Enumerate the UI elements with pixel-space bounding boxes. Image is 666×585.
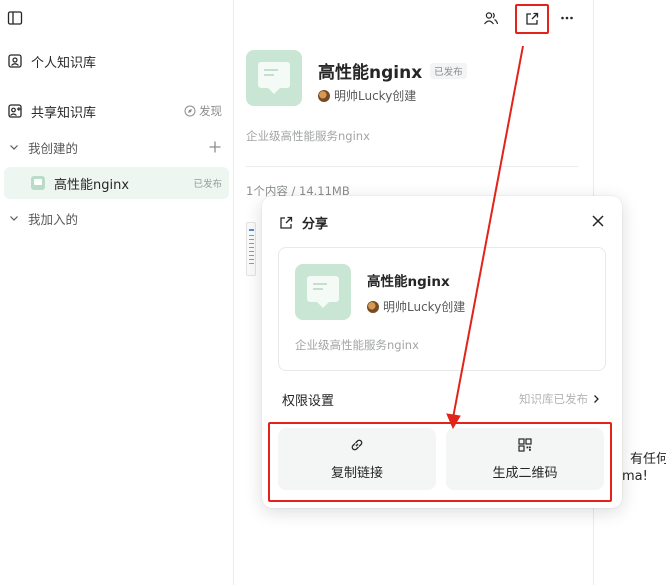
share-button[interactable]	[515, 4, 549, 34]
sidebar-item-personal[interactable]: 个人知识库	[0, 46, 234, 76]
group-label: 我加入的	[28, 211, 79, 227]
top-toolbar	[477, 4, 593, 34]
share-card: 高性能nginx 明帅Lucky创建 企业级高性能服务nginx	[278, 247, 606, 371]
sidebar-item-shared[interactable]: 共享知识库 发现	[0, 96, 234, 126]
document-thumbnail[interactable]	[246, 222, 256, 276]
sidebar-toggle-icon[interactable]	[7, 10, 23, 26]
sidebar-item-label: 高性能nginx	[54, 177, 130, 193]
permission-settings-row[interactable]: 权限设置 知识库已发布	[282, 389, 602, 409]
clipped-text-line: ma!	[622, 469, 648, 484]
dialog-title: 分享	[302, 217, 329, 232]
members-button[interactable]	[477, 6, 505, 30]
page-title: 高性能nginx 已发布	[318, 58, 467, 83]
clipped-text: 有任何 ma!	[622, 451, 666, 485]
annotation-highlight-box	[268, 422, 612, 502]
more-button[interactable]	[553, 6, 581, 30]
avatar	[318, 89, 330, 102]
book-description: 企业级高性能服务nginx	[246, 129, 370, 143]
sidebar-item-nginx[interactable]: 高性能nginx 已发布	[0, 168, 234, 198]
avatar	[367, 300, 379, 313]
creator-info: 明帅Lucky创建	[367, 298, 465, 315]
discover-link[interactable]: 发现	[184, 103, 222, 119]
card-title: 高性能nginx	[367, 274, 450, 290]
card-description: 企业级高性能服务nginx	[295, 338, 419, 352]
book-cover	[246, 50, 302, 106]
add-library-button[interactable]	[208, 140, 222, 154]
chevron-right-icon	[594, 395, 599, 403]
close-icon[interactable]	[590, 213, 606, 229]
creator-info: 明帅Lucky创建	[318, 87, 416, 104]
publish-badge: 已发布	[430, 62, 467, 79]
sidebar-item-label: 共享知识库	[31, 105, 97, 121]
chevron-down-icon	[8, 212, 20, 224]
divider	[246, 166, 578, 167]
compass-icon	[184, 105, 196, 117]
group-joined[interactable]: 我加入的	[0, 203, 234, 233]
personal-library-icon	[7, 53, 23, 69]
dialog-header: 分享	[278, 213, 328, 232]
book-title: 高性能nginx	[318, 63, 423, 83]
permission-label: 权限设置	[282, 393, 335, 409]
permission-status-text: 知识库已发布	[519, 392, 588, 406]
discover-label: 发现	[199, 104, 222, 118]
creator-label: 明帅Lucky创建	[383, 300, 466, 314]
chevron-down-icon	[8, 141, 20, 153]
plus-icon	[209, 141, 221, 153]
group-label: 我创建的	[28, 140, 79, 156]
group-created[interactable]: 我创建的	[0, 132, 234, 162]
share-icon	[278, 215, 294, 231]
share-dialog: 分享 高性能nginx 明帅Lucky创建 企业级高性能服务nginx 权限设置…	[262, 196, 622, 508]
creator-label: 明帅Lucky创建	[334, 89, 417, 103]
share-icon	[526, 12, 539, 25]
status-badge: 已发布	[193, 179, 222, 190]
sidebar-item-label: 个人知识库	[31, 55, 97, 71]
book-icon	[31, 176, 45, 190]
clipped-text-line: 有任何	[630, 452, 666, 467]
shared-library-icon	[7, 103, 23, 119]
permission-status: 知识库已发布	[519, 391, 602, 407]
sidebar: 个人知识库 共享知识库 发现 我创建的 高性能nginx 已发布 我加入的	[0, 0, 234, 585]
members-icon	[484, 12, 499, 25]
book-cover	[295, 264, 351, 320]
more-icon	[561, 16, 573, 20]
